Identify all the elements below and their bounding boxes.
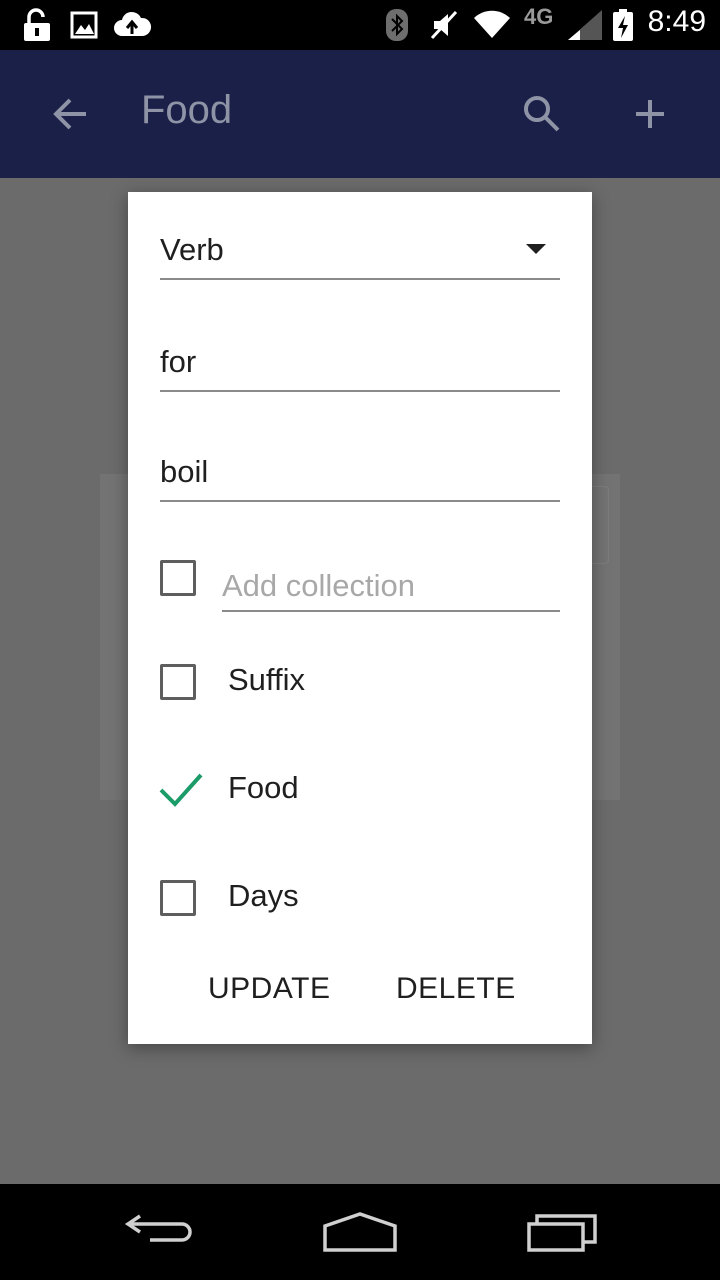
native-word-value: boil (160, 454, 209, 489)
native-word-input[interactable]: boil (160, 438, 560, 502)
home-nav-icon[interactable] (322, 1210, 398, 1254)
add-collection-checkbox[interactable] (160, 560, 196, 596)
days-label: Days (228, 878, 299, 913)
wifi-icon (474, 10, 510, 38)
network-type-label: 4G (524, 4, 554, 29)
food-checkmark-icon[interactable] (158, 772, 204, 808)
mute-icon (430, 10, 458, 40)
battery-icon (613, 9, 633, 41)
back-arrow-icon[interactable] (52, 94, 88, 134)
add-collection-input[interactable] (222, 568, 552, 604)
bluetooth-icon (386, 9, 408, 41)
navigation-bar (0, 1184, 720, 1280)
foreign-word-value: for (160, 344, 197, 379)
suffix-label: Suffix (228, 662, 305, 697)
add-icon[interactable] (632, 94, 668, 134)
search-icon[interactable] (522, 94, 562, 134)
word-type-value: Verb (160, 232, 224, 267)
word-type-dropdown[interactable]: Verb (160, 216, 560, 280)
lock-open-icon (24, 8, 50, 41)
status-time: 8:49 (647, 5, 706, 38)
suffix-checkbox[interactable] (160, 664, 196, 700)
days-checkbox[interactable] (160, 880, 196, 916)
image-icon (70, 11, 98, 39)
foreign-word-input[interactable]: for (160, 328, 560, 392)
edit-word-dialog: Verb for boil Suffix Food Days UPDATE DE… (128, 192, 592, 1044)
app-bar: Food (0, 50, 720, 178)
recents-nav-icon[interactable] (526, 1210, 600, 1254)
food-label: Food (228, 770, 299, 805)
cell-signal-icon (568, 10, 602, 40)
page-title: Food (141, 88, 233, 132)
back-nav-icon[interactable] (124, 1210, 196, 1252)
add-collection-field (222, 558, 560, 612)
delete-button[interactable]: DELETE (396, 972, 516, 1006)
cloud-upload-icon (114, 11, 152, 37)
status-bar: 4G 8:49 (0, 0, 720, 50)
dropdown-arrow-icon (526, 244, 546, 254)
screen: 4G 8:49 Food Verb for boil Add collectio… (0, 0, 720, 1280)
update-button[interactable]: UPDATE (208, 972, 330, 1006)
